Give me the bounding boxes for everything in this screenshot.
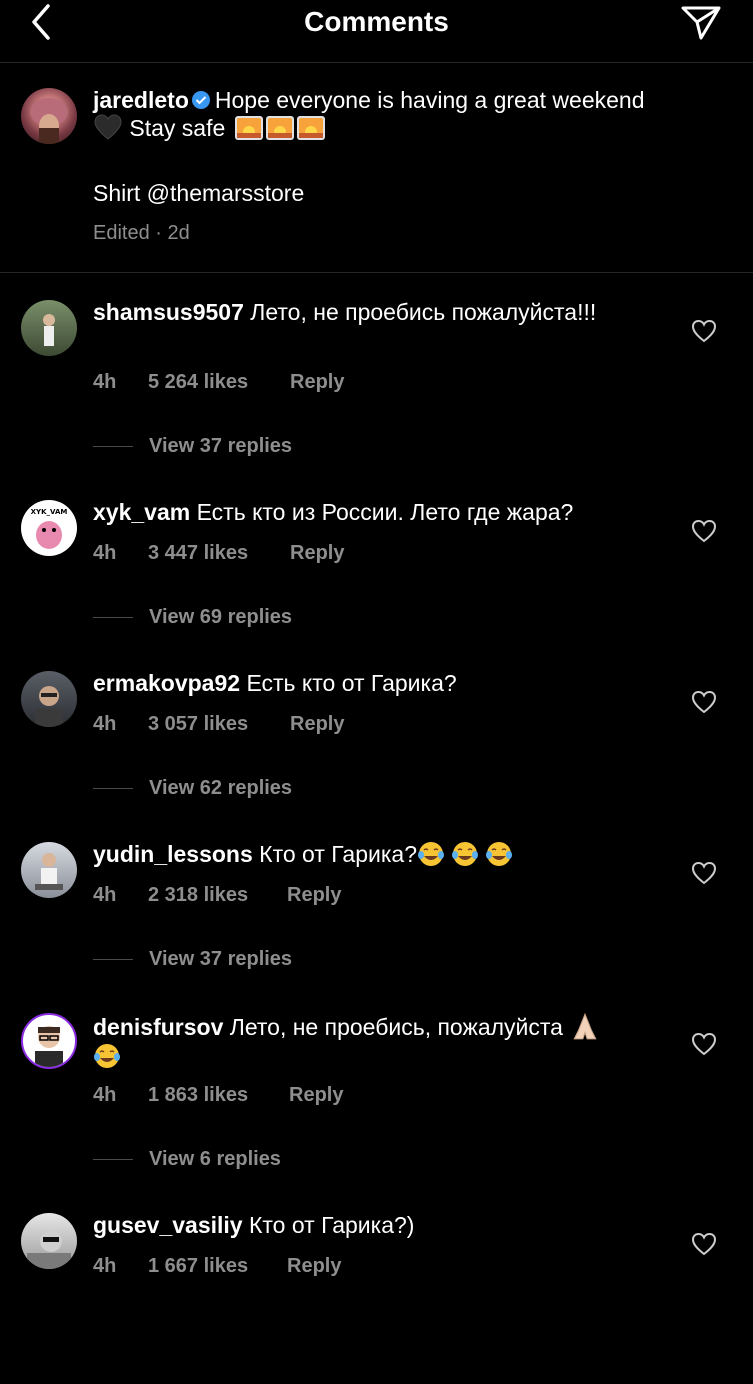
tears-of-joy-icon: [94, 1044, 120, 1068]
heart-icon[interactable]: [691, 519, 717, 543]
replies-divider: [93, 1159, 133, 1161]
reply-button[interactable]: Reply: [290, 542, 344, 565]
comment-username[interactable]: xyk_vam: [93, 499, 190, 525]
replies-divider: [93, 446, 133, 448]
comment-text: shamsus9507 Лето, не проебись пожалуйста…: [93, 298, 673, 327]
comment-likes[interactable]: 2 318 likes: [148, 884, 287, 907]
comment-item: yudin_lessons Кто от Гарика? 4h 2 318 lik…: [0, 840, 753, 1013]
comment-text: ermakovpa92 Есть кто от Гарика?: [93, 669, 673, 698]
tears-of-joy-icon: [417, 842, 444, 866]
post-meta: Edited · 2d: [93, 222, 190, 244]
comment-body: Лето, не проебись пожалуйста!!!: [250, 299, 597, 325]
avatar[interactable]: [21, 671, 77, 727]
heart-icon[interactable]: [691, 1232, 717, 1256]
comment-likes[interactable]: 1 667 likes: [148, 1255, 287, 1278]
header-bar: Comments: [0, 0, 753, 63]
page-title: Comments: [304, 6, 449, 37]
comment-meta: 4h 3 447 likes Reply: [93, 542, 344, 565]
comment-meta: 4h 1 863 likes Reply: [93, 1084, 343, 1107]
comment-time: 4h: [93, 1084, 117, 1106]
sunset-icon: [265, 116, 294, 140]
avatar[interactable]: [21, 842, 77, 898]
view-replies-link[interactable]: View 69 replies: [93, 606, 292, 629]
replies-divider: [93, 617, 133, 619]
replies-divider: [93, 788, 133, 790]
svg-text:XYK_VAM: XYK_VAM: [31, 508, 68, 516]
comment-time: 4h: [93, 542, 117, 564]
comment-meta: 4h 2 318 likes Reply: [93, 884, 341, 907]
avatar[interactable]: XYK_VAM: [21, 500, 77, 556]
tears-of-joy-icon: [451, 842, 478, 866]
reply-button[interactable]: Reply: [287, 1255, 341, 1278]
comment-username[interactable]: shamsus9507: [93, 299, 244, 325]
reply-button[interactable]: Reply: [290, 713, 344, 736]
comment-body: Есть кто от Гарика?: [246, 670, 457, 696]
replies-label[interactable]: View 37 replies: [149, 948, 292, 970]
comment-body: Кто от Гарика?: [259, 841, 417, 867]
comment-item: ermakovpa92 Есть кто от Гарика? 4h 3 057 …: [0, 669, 753, 842]
heart-icon[interactable]: [691, 690, 717, 714]
reply-button[interactable]: Reply: [287, 884, 341, 907]
post-username[interactable]: jaredleto: [93, 87, 189, 113]
verified-badge-icon: [191, 91, 210, 109]
replies-divider: [93, 959, 133, 961]
comment-username[interactable]: ermakovpa92: [93, 670, 240, 696]
avatar[interactable]: [21, 1213, 77, 1269]
comment-username[interactable]: denisfursov: [93, 1014, 223, 1040]
view-replies-link[interactable]: View 37 replies: [93, 435, 292, 458]
avatar[interactable]: [21, 300, 77, 356]
heart-icon[interactable]: [691, 1032, 717, 1056]
comment-username[interactable]: gusev_vasiliy: [93, 1212, 243, 1238]
comment-text: denisfursov Лето, не проебись, пожалуйст…: [93, 1011, 673, 1071]
caption-line2: Stay safe: [129, 115, 226, 141]
reply-button[interactable]: Reply: [290, 371, 344, 394]
comment-time: 4h: [93, 884, 117, 906]
folded-hands-icon: [573, 1012, 597, 1040]
comment-meta: 4h 5 264 likes Reply: [93, 371, 344, 394]
replies-label[interactable]: View 62 replies: [149, 777, 292, 799]
replies-label[interactable]: View 37 replies: [149, 435, 292, 457]
comment-body: Есть кто из России. Лето где жара?: [196, 499, 574, 525]
comment-likes[interactable]: 3 057 likes: [148, 713, 290, 736]
avatar[interactable]: [21, 88, 77, 144]
comment-meta: 4h 1 667 likes Reply: [93, 1255, 341, 1278]
sunset-icon: [296, 116, 325, 140]
comment-body: Кто от Гарика?): [249, 1212, 415, 1238]
comment-text: gusev_vasiliy Кто от Гарика?): [93, 1211, 673, 1240]
sunset-icon: [234, 116, 263, 140]
comment-item: shamsus9507 Лето, не проебись пожалуйста…: [0, 298, 753, 471]
comment-time: 4h: [93, 713, 117, 735]
avatar[interactable]: [21, 1013, 77, 1069]
comment-item: XYK_VAM xyk_vam Есть кто из России. Лето…: [0, 498, 753, 671]
heart-icon[interactable]: [691, 861, 717, 885]
comment-body: Лето, не проебись, пожалуйста: [229, 1014, 563, 1040]
comment-time: 4h: [93, 371, 117, 393]
view-replies-link[interactable]: View 62 replies: [93, 777, 292, 800]
caption-line1: Hope everyone is having a great weekend: [214, 87, 645, 113]
comment-text: yudin_lessons Кто от Гарика?: [93, 840, 673, 869]
reply-button[interactable]: Reply: [289, 1084, 343, 1107]
comment-likes[interactable]: 1 863 likes: [148, 1084, 289, 1107]
comment-username[interactable]: yudin_lessons: [93, 841, 253, 867]
comment-text: xyk_vam Есть кто из России. Лето где жар…: [93, 498, 673, 527]
view-replies-link[interactable]: View 37 replies: [93, 948, 292, 971]
comment-item: gusev_vasiliy Кто от Гарика?) 4h 1 667 li…: [0, 1211, 753, 1384]
post-caption: jaredleto Hope everyone is having a grea…: [0, 62, 753, 273]
heart-icon[interactable]: [691, 319, 717, 343]
caption-text: jaredleto Hope everyone is having a grea…: [93, 86, 733, 142]
replies-label[interactable]: View 6 replies: [149, 1148, 281, 1170]
caption-shirt-line[interactable]: Shirt @themarsstore: [93, 180, 304, 207]
tears-of-joy-icon: [485, 842, 512, 866]
replies-label[interactable]: View 69 replies: [149, 606, 292, 628]
view-replies-link[interactable]: View 6 replies: [93, 1148, 281, 1171]
comment-meta: 4h 3 057 likes Reply: [93, 713, 344, 736]
comment-likes[interactable]: 5 264 likes: [148, 371, 290, 394]
comment-time: 4h: [93, 1255, 117, 1277]
paper-plane-icon[interactable]: [679, 2, 723, 42]
comment-item: denisfursov Лето, не проебись, пожалуйст…: [0, 1011, 753, 1184]
comment-likes[interactable]: 3 447 likes: [148, 542, 290, 565]
black-heart-icon: [94, 114, 122, 140]
